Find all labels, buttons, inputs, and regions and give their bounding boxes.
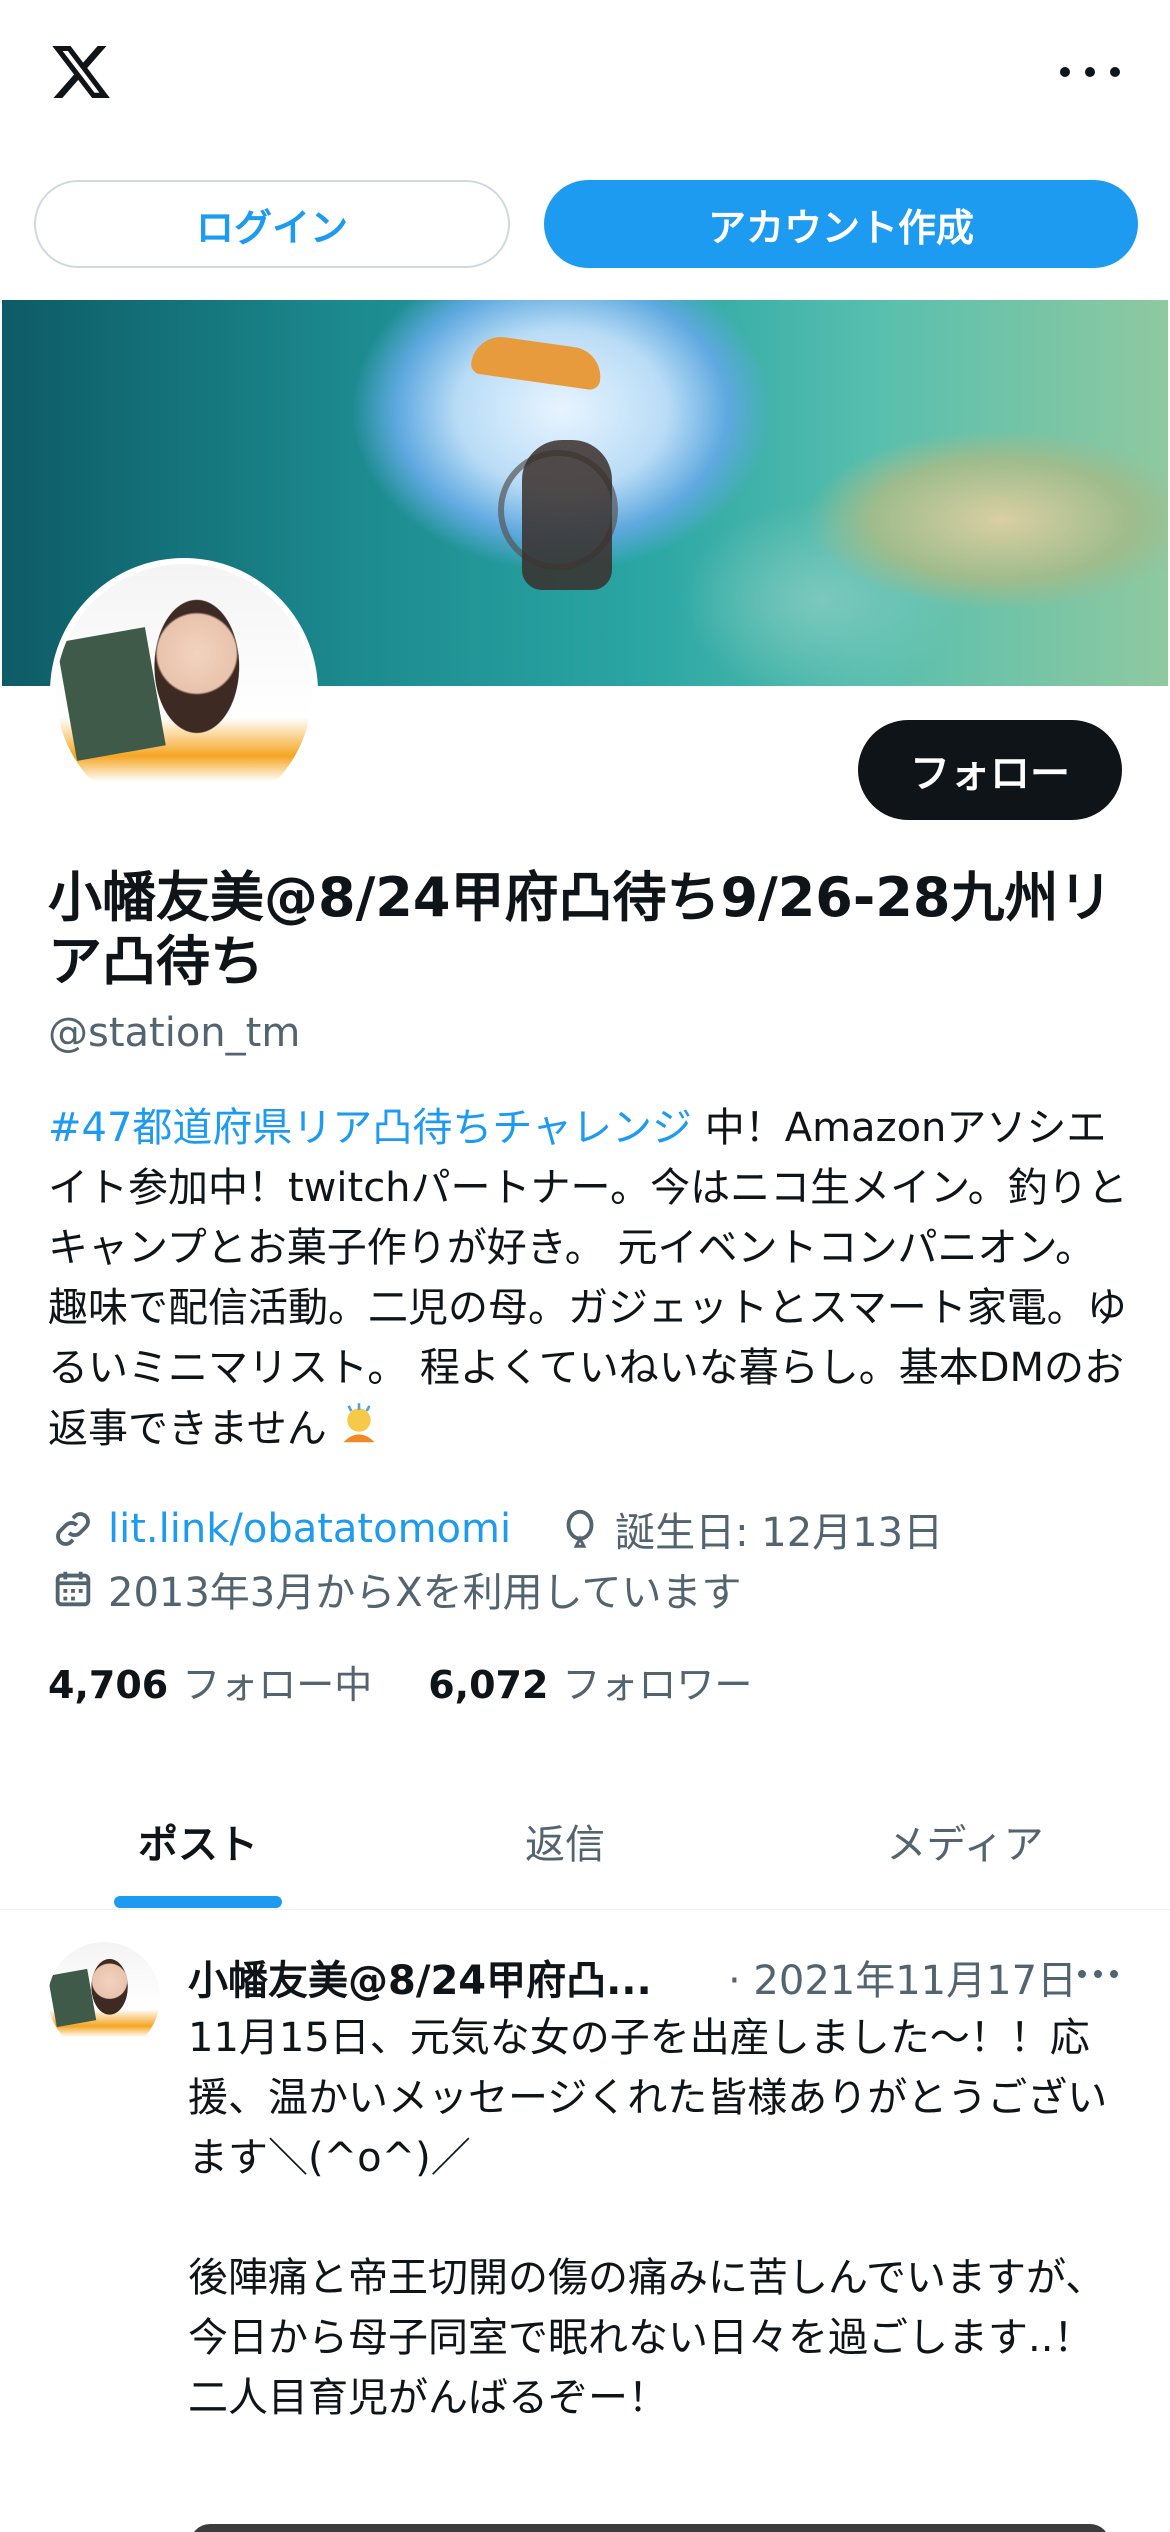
calendar-icon bbox=[55, 1571, 91, 1607]
profile-bio: #47都道府県リア凸待ちチャレンジ 中！Amazonアソシエイト参加中！twit… bbox=[48, 1098, 1128, 1459]
profile-tabs: ポスト 返信 メディア bbox=[0, 1772, 1170, 1910]
profile-birthday: 誕生日: 12月13日 bbox=[615, 1510, 944, 1556]
x-logo-icon[interactable] bbox=[46, 40, 116, 104]
profile-follow-counts: 4,706 フォロー中 6,072 フォロワー bbox=[48, 1654, 752, 1709]
followers-link[interactable]: 6,072 フォロワー bbox=[428, 1663, 752, 1707]
post-media-preview[interactable] bbox=[190, 2524, 1110, 2532]
post-author-name[interactable]: 小幡友美@8/24甲府凸... bbox=[188, 1948, 652, 2006]
post-text: 11月15日、元気な女の子を出産しました〜！！応援、温かいメッセージくれた皆様あ… bbox=[188, 2015, 1108, 2421]
follow-button[interactable]: フォロー bbox=[858, 720, 1122, 820]
active-tab-indicator bbox=[114, 1896, 282, 1908]
signup-button[interactable]: アカウント作成 bbox=[544, 180, 1138, 268]
following-count: 4,706 bbox=[48, 1663, 169, 1707]
login-button[interactable]: ログイン bbox=[34, 180, 510, 268]
profile-meta-row-2: 2013年3月からXを利用しています bbox=[50, 1560, 741, 1618]
post-author-avatar[interactable] bbox=[48, 1942, 160, 2054]
bio-text: 中！Amazonアソシエイト参加中！twitchパートナー。今はニコ生メイン。釣… bbox=[48, 1105, 1128, 1452]
avatar-book-shape bbox=[56, 627, 166, 761]
profile-joined-date: 2013年3月からXを利用しています bbox=[108, 1570, 742, 1616]
auth-buttons: ログイン アカウント作成 bbox=[34, 180, 1138, 268]
following-label: フォロー中 bbox=[182, 1663, 373, 1707]
birthday-balloon-icon bbox=[566, 1509, 594, 1548]
banner-paraglider-shape bbox=[469, 333, 605, 391]
tab-posts[interactable]: ポスト bbox=[40, 1772, 356, 1910]
followers-label: フォロワー bbox=[562, 1663, 753, 1707]
person-bowing-emoji-icon bbox=[343, 1403, 375, 1443]
following-link[interactable]: 4,706 フォロー中 bbox=[48, 1663, 372, 1707]
followers-count: 6,072 bbox=[428, 1663, 549, 1707]
more-horizontal-icon[interactable] bbox=[1060, 60, 1120, 84]
tab-replies[interactable]: 返信 bbox=[400, 1772, 730, 1910]
post-avatar-book-shape bbox=[48, 1968, 97, 2028]
post-more-icon[interactable] bbox=[1078, 1970, 1118, 1980]
profile-meta-row-1: lit.link/obatatomomi 誕生日: 12月13日 bbox=[50, 1500, 943, 1558]
post-item[interactable]: 小幡友美@8/24甲府凸... · 2021年11月17日 11月15日、元気な… bbox=[0, 1912, 1170, 2532]
link-icon bbox=[56, 1512, 90, 1546]
banner-pilot-shape bbox=[522, 440, 612, 590]
tab-media[interactable]: メディア bbox=[800, 1772, 1130, 1910]
profile-display-name: 小幡友美@8/24甲府凸待ち9/26-28九州リア凸待ち bbox=[48, 866, 1113, 993]
post-header: 小幡友美@8/24甲府凸... · 2021年11月17日 bbox=[188, 1948, 1128, 2004]
profile-handle: @station_tm bbox=[48, 1010, 301, 1056]
post-date[interactable]: · 2021年11月17日 bbox=[728, 1948, 1077, 2006]
profile-website-link[interactable]: lit.link/obatatomomi bbox=[108, 1506, 511, 1552]
bio-hashtag-link[interactable]: #47都道府県リア凸待ちチャレンジ bbox=[48, 1105, 692, 1151]
top-bar bbox=[0, 0, 1170, 150]
profile-avatar[interactable] bbox=[50, 558, 318, 826]
